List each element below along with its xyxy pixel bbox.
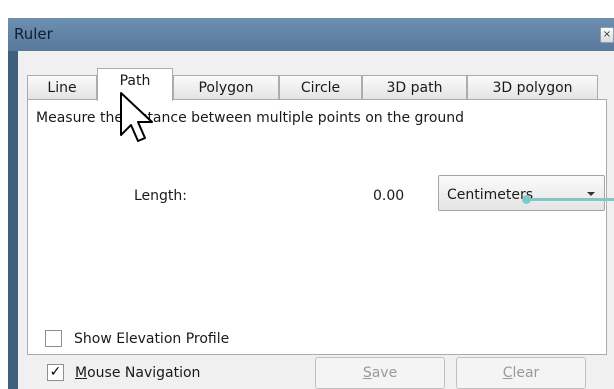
annotation-dot (522, 195, 531, 204)
show-elevation-profile-label[interactable]: Show Elevation Profile (74, 331, 229, 347)
show-elevation-profile-checkbox[interactable] (45, 330, 62, 347)
clear-button[interactable]: Clear (456, 357, 586, 389)
title-bar[interactable]: Ruler × (8, 18, 614, 51)
annotation-line (527, 198, 614, 201)
close-icon: × (602, 29, 612, 40)
tab-3d-polygon[interactable]: 3D polygon (467, 75, 598, 100)
description-text: Measure the distance between multiple po… (36, 110, 465, 126)
tab-polygon[interactable]: Polygon (173, 75, 279, 100)
close-button[interactable]: × (600, 27, 614, 43)
clear-accelerator: C (502, 365, 513, 381)
unit-dropdown[interactable]: Centimeters (438, 175, 605, 211)
save-accelerator: S (362, 365, 372, 381)
tab-3d-path[interactable]: 3D path (362, 75, 467, 100)
unit-selected-value: Centimeters (447, 187, 534, 203)
mouse-pointer-icon (120, 92, 153, 142)
mouse-navigation-checkbox[interactable]: ✓ (47, 364, 64, 381)
ruler-dialog: Ruler × Line Path Polygon Circle 3D path… (8, 18, 614, 389)
mouse-navigation-accelerator: M (75, 365, 88, 381)
save-button[interactable]: Save (315, 357, 445, 389)
length-value: 0.00 (373, 188, 405, 204)
tab-bar: Line Path Polygon Circle 3D path 3D poly… (27, 67, 607, 101)
checkmark-icon: ✓ (49, 364, 62, 380)
mouse-navigation-label[interactable]: Mouse Navigation (75, 365, 200, 381)
length-label: Length: (134, 188, 188, 204)
tab-line[interactable]: Line (27, 75, 97, 100)
chevron-down-icon (587, 192, 595, 196)
path-tab-panel: Measure the distance between multiple po… (27, 99, 607, 355)
window-title: Ruler (14, 25, 53, 43)
dialog-body: Line Path Polygon Circle 3D path 3D poly… (18, 51, 614, 389)
tab-circle[interactable]: Circle (279, 75, 362, 100)
